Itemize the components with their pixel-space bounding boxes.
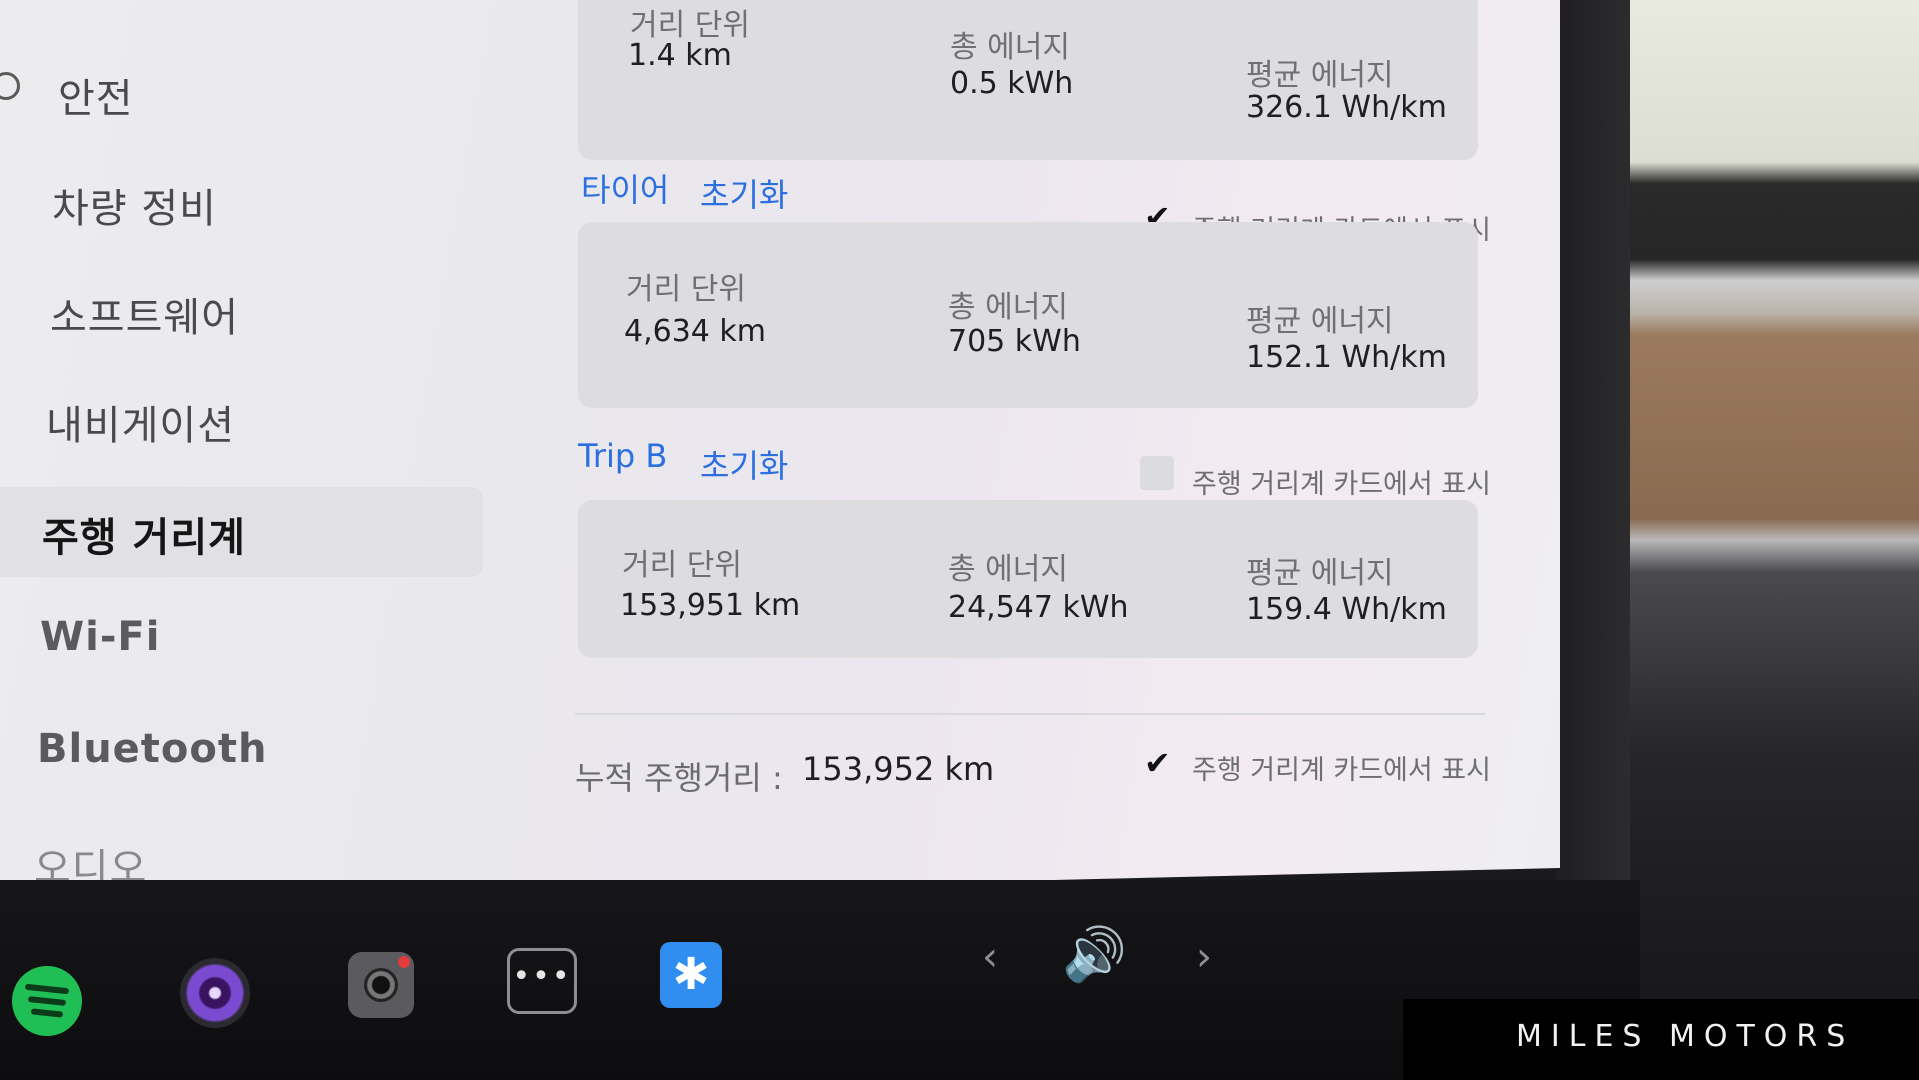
trip-b-card: 거리 단위 153,951 km 총 에너지 24,547 kWh 평균 에너지… bbox=[578, 500, 1478, 658]
watermark-banner: MILES MOTORS bbox=[1403, 999, 1919, 1080]
energy-value: 705 kWh bbox=[948, 324, 1081, 359]
odometer-total-value: 153,952 km bbox=[802, 750, 995, 788]
volume-up-arrow-icon[interactable]: › bbox=[1196, 934, 1212, 980]
volume-down-arrow-icon[interactable]: ‹ bbox=[982, 934, 998, 980]
safety-icon bbox=[0, 72, 20, 100]
distance-label: 거리 단위 bbox=[626, 272, 746, 307]
distance-value: 153,951 km bbox=[620, 588, 801, 623]
odometer-show-label: 주행 거리계 카드에서 표시 bbox=[1192, 755, 1491, 786]
odometer-show-checkbox[interactable]: ✔ bbox=[1144, 744, 1171, 782]
sidebar-item-navigation[interactable]: 내비게이션 bbox=[46, 393, 235, 451]
distance-value: 1.4 km bbox=[628, 38, 732, 73]
sidebar-item-software[interactable]: 소프트웨어 bbox=[50, 285, 239, 343]
energy-label: 총 에너지 bbox=[948, 290, 1068, 325]
trip-card-top: 거리 단위 1.4 km 총 에너지 0.5 kWh 평균 에너지 326.1 … bbox=[578, 0, 1478, 160]
spotify-icon[interactable] bbox=[12, 966, 82, 1036]
bluetooth-icon[interactable]: ✱ bbox=[660, 942, 722, 1008]
energy-label: 총 에너지 bbox=[948, 552, 1068, 587]
energy-value: 0.5 kWh bbox=[950, 66, 1074, 101]
avg-energy-label: 평균 에너지 bbox=[1246, 58, 1394, 93]
sidebar-item-bluetooth[interactable]: Bluetooth bbox=[37, 726, 267, 772]
sidebar-item-wifi[interactable]: Wi-Fi bbox=[40, 614, 160, 660]
avg-energy-value: 159.4 Wh/km bbox=[1246, 592, 1447, 627]
settings-screen: 안전 차량 정비 소프트웨어 내비게이션 주행 거리계 Wi-Fi Blueto… bbox=[0, 0, 1560, 905]
sidebar-item-service[interactable]: 차량 정비 bbox=[52, 176, 217, 234]
tire-section-title: 타이어 bbox=[581, 171, 670, 209]
trip-b-reset-button[interactable]: 초기화 bbox=[700, 441, 788, 487]
lens-icon bbox=[364, 968, 398, 1002]
trip-b-show-label: 주행 거리계 카드에서 표시 bbox=[1192, 469, 1491, 500]
more-apps-icon[interactable]: ••• bbox=[507, 948, 577, 1014]
avg-energy-label: 평균 에너지 bbox=[1246, 304, 1394, 339]
distance-label: 거리 단위 bbox=[622, 548, 742, 583]
watermark-text: MILES MOTORS bbox=[1516, 1019, 1855, 1054]
recording-dot-icon bbox=[398, 956, 410, 968]
avg-energy-value: 326.1 Wh/km bbox=[1246, 90, 1447, 125]
sidebar-item-odometer[interactable]: 주행 거리계 bbox=[42, 505, 246, 563]
avg-energy-label: 평균 에너지 bbox=[1246, 556, 1394, 591]
trip-b-show-checkbox[interactable] bbox=[1140, 456, 1174, 490]
screen-bezel bbox=[1555, 0, 1630, 1000]
car-interior-background bbox=[1620, 0, 1919, 1080]
odometer-total-label: 누적 주행거리 : bbox=[575, 759, 783, 797]
sidebar-item-safety[interactable]: 안전 bbox=[58, 66, 134, 124]
tire-card: 거리 단위 4,634 km 총 에너지 705 kWh 평균 에너지 152.… bbox=[578, 222, 1478, 408]
dashcam-icon[interactable] bbox=[348, 952, 414, 1018]
distance-value: 4,634 km bbox=[624, 314, 767, 349]
camera-app-icon[interactable] bbox=[180, 958, 250, 1028]
trip-b-section-title: Trip B bbox=[578, 437, 668, 475]
energy-value: 24,547 kWh bbox=[948, 590, 1129, 625]
section-divider bbox=[575, 713, 1485, 715]
energy-label: 총 에너지 bbox=[950, 30, 1070, 65]
volume-icon[interactable]: 🔊 bbox=[1062, 924, 1127, 985]
tire-reset-button[interactable]: 초기화 bbox=[700, 170, 788, 216]
avg-energy-value: 152.1 Wh/km bbox=[1246, 340, 1447, 375]
